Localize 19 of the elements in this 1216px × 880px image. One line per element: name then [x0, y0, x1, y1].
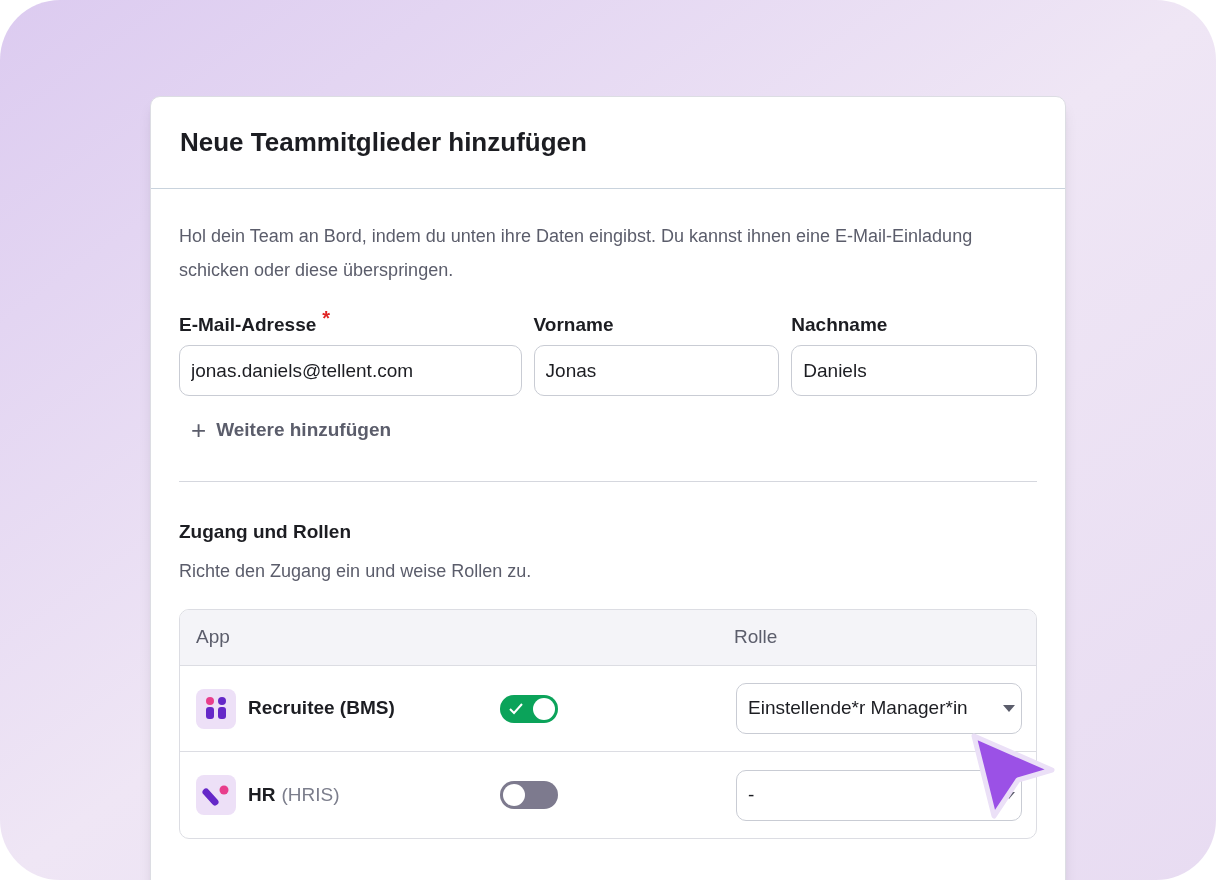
app-name: Recruitee (BMS) — [248, 696, 395, 721]
section-subtitle: Richte den Zugang ein und weise Rollen zu. — [179, 560, 533, 583]
text-field[interactable]: jonas.daniels@tellent.com — [179, 345, 522, 396]
field-label: Vorname — [533, 313, 614, 337]
text-field[interactable]: Daniels — [791, 345, 1037, 396]
dialog-title: Neue Teammitglieder hinzufügen — [180, 126, 587, 159]
add-more-button[interactable]: + Weitere hinzufügen — [191, 416, 392, 445]
app-code: (HRIS) — [281, 782, 340, 807]
text-field[interactable]: Jonas — [533, 345, 780, 396]
column-header: App — [196, 625, 231, 650]
intro-text: Hol dein Team an Bord, indem du unten ihre Daten eingibst. Du kannst ihnen eine E-Mail-Einladung schicken oder diese überspringen. — [179, 225, 974, 282]
required-mark: * — [322, 306, 331, 331]
column-header: Rolle — [734, 625, 778, 650]
role-dropdown[interactable]: - — [736, 769, 1022, 821]
app-name: HR — [248, 782, 276, 807]
field-label: E-Mail-Adresse — [179, 313, 317, 337]
section-title: Zugang und Rollen — [179, 519, 353, 544]
field-label: Nachname — [791, 313, 888, 337]
role-dropdown[interactable]: Einstellende*r Manager*in — [736, 683, 1022, 734]
